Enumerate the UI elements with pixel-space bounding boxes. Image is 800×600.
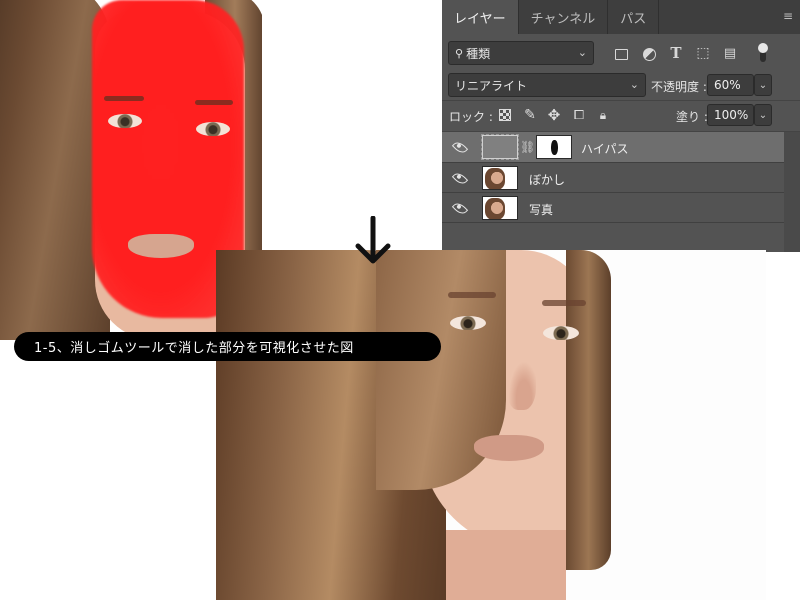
lock-artboard-icon[interactable]: ⧠	[571, 107, 587, 123]
tab-layers[interactable]: レイヤー	[442, 0, 519, 34]
lock-position-icon[interactable]: ✥	[546, 106, 562, 124]
chevron-down-icon: ⌄	[577, 46, 587, 59]
layers-scrollbar[interactable]	[784, 132, 800, 252]
caption-label: 1-5、消しゴムツールで消した部分を可視化させた図	[14, 332, 441, 361]
layer-thumbnail	[481, 134, 519, 160]
fill-input[interactable]: 100%	[707, 104, 754, 126]
fill-label: 塗り :	[676, 110, 708, 124]
result-photo	[216, 250, 766, 600]
fill-chevron[interactable]: ⌄	[754, 104, 772, 126]
filter-toggle[interactable]	[758, 43, 768, 63]
layer-thumbnail	[482, 166, 518, 190]
adjustment-filter-icon[interactable]	[641, 46, 657, 62]
layer-mask-thumbnail[interactable]	[536, 135, 572, 159]
chevron-down-icon: ⌄	[629, 78, 639, 91]
smart-object-filter-icon[interactable]: ▤	[722, 45, 738, 61]
layer-row-photo[interactable]: 写真	[442, 193, 784, 223]
visibility-eye-icon[interactable]	[451, 138, 469, 156]
visibility-eye-icon[interactable]	[451, 199, 469, 217]
panel-tabs: レイヤー チャンネル パス ≡	[442, 0, 800, 34]
lips	[474, 435, 544, 461]
lock-label: ロック :	[449, 110, 493, 124]
layers-panel: レイヤー チャンネル パス ≡ ⚲ 種類 ⌄ T ⬚ ▤ リニアライト ⌄ 不透…	[442, 0, 800, 252]
layer-name: ぼかし	[529, 173, 566, 187]
screenshot-canvas: レイヤー チャンネル パス ≡ ⚲ 種類 ⌄ T ⬚ ▤ リニアライト ⌄ 不透…	[0, 0, 800, 600]
layer-row-highpass[interactable]: ⛓ ハイパス	[442, 132, 784, 162]
eye-right	[196, 122, 230, 136]
eyebrow-right	[542, 300, 586, 306]
eye-left	[108, 114, 142, 128]
tab-channels[interactable]: チャンネル	[519, 0, 609, 34]
tab-paths[interactable]: パス	[608, 0, 660, 34]
hair-right	[566, 250, 611, 570]
layer-thumbnail	[482, 196, 518, 220]
filter-kind-label: 種類	[466, 46, 491, 61]
layer-row-blur[interactable]: ぼかし	[442, 163, 784, 193]
type-filter-icon[interactable]: T	[668, 44, 684, 62]
image-filter-icon[interactable]	[613, 46, 629, 62]
filter-kind-select[interactable]: ⚲ 種類 ⌄	[448, 41, 594, 65]
lips	[128, 234, 194, 258]
layer-name: 写真	[529, 203, 554, 217]
lock-image-pixels-icon[interactable]: ✎	[522, 107, 538, 123]
opacity-chevron[interactable]: ⌄	[754, 74, 772, 96]
lock-all-icon[interactable]: 🔒︎	[595, 107, 611, 123]
link-chain-icon[interactable]: ⛓	[520, 140, 535, 154]
eye-right	[543, 326, 579, 340]
panel-menu-icon[interactable]: ≡	[782, 10, 794, 22]
eyebrow-right	[195, 100, 233, 105]
shape-filter-icon[interactable]: ⬚	[695, 45, 711, 61]
opacity-input[interactable]: 60%	[707, 74, 754, 96]
eyebrow-left	[448, 292, 496, 298]
blend-mode-select[interactable]: リニアライト ⌄	[448, 73, 646, 97]
eye-left	[450, 316, 486, 330]
opacity-label: 不透明度 :	[651, 80, 707, 94]
arrow-down-icon	[355, 216, 391, 264]
blend-mode-value: リニアライト	[455, 78, 528, 93]
nose	[506, 355, 536, 410]
visibility-eye-icon[interactable]	[451, 169, 469, 187]
lock-transparent-pixels-icon[interactable]	[497, 107, 513, 123]
search-icon: ⚲	[455, 46, 464, 60]
layer-name: ハイパス	[581, 142, 629, 156]
eyebrow-left	[104, 96, 144, 101]
neck	[446, 530, 566, 600]
